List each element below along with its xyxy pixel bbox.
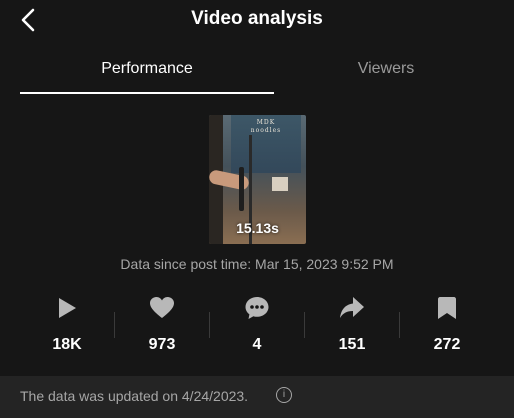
stat-shares-value: 151	[338, 336, 366, 353]
thumbnail-sign-text: MDK noodles	[231, 119, 301, 135]
data-since-text: Data since post time: Mar 15, 2023 9:52 …	[120, 256, 394, 272]
thumbnail-sign-subtitle: noodles	[250, 127, 282, 134]
stat-saves[interactable]: 272	[400, 290, 494, 360]
update-footer: The data was updated on 4/24/2023. i	[0, 376, 514, 418]
tab-performance[interactable]: Performance	[20, 60, 274, 78]
stat-likes-value: 973	[148, 336, 176, 353]
active-tab-indicator	[20, 92, 274, 94]
comment-icon	[245, 297, 269, 319]
play-icon	[59, 298, 76, 318]
video-thumbnail[interactable]: MDK noodles 15.13s	[209, 115, 306, 244]
video-duration: 15.13s	[236, 220, 279, 236]
tab-viewers[interactable]: Viewers	[258, 60, 514, 78]
stat-comments[interactable]: 4	[210, 290, 304, 360]
stat-views-value: 18K	[52, 336, 82, 353]
bookmark-icon	[438, 297, 456, 319]
stats-row: 18K 973 4 151 272	[20, 290, 494, 360]
page-title: Video analysis	[191, 8, 323, 29]
thumbnail-door-handle	[239, 167, 244, 211]
stat-likes[interactable]: 973	[115, 290, 209, 360]
stat-shares[interactable]: 151	[305, 290, 399, 360]
share-icon	[340, 297, 364, 318]
header: Video analysis	[0, 0, 514, 40]
stat-views[interactable]: 18K	[20, 290, 114, 360]
thumbnail-box	[272, 177, 288, 191]
updated-text: The data was updated on 4/24/2023.	[20, 388, 249, 404]
stat-comments-value: 4	[252, 336, 262, 353]
heart-icon	[150, 297, 174, 318]
info-icon[interactable]: i	[276, 387, 292, 403]
stat-saves-value: 272	[433, 336, 461, 353]
thumbnail-sign-title: MDK	[256, 119, 276, 126]
tab-bar: Performance Viewers	[0, 52, 514, 96]
